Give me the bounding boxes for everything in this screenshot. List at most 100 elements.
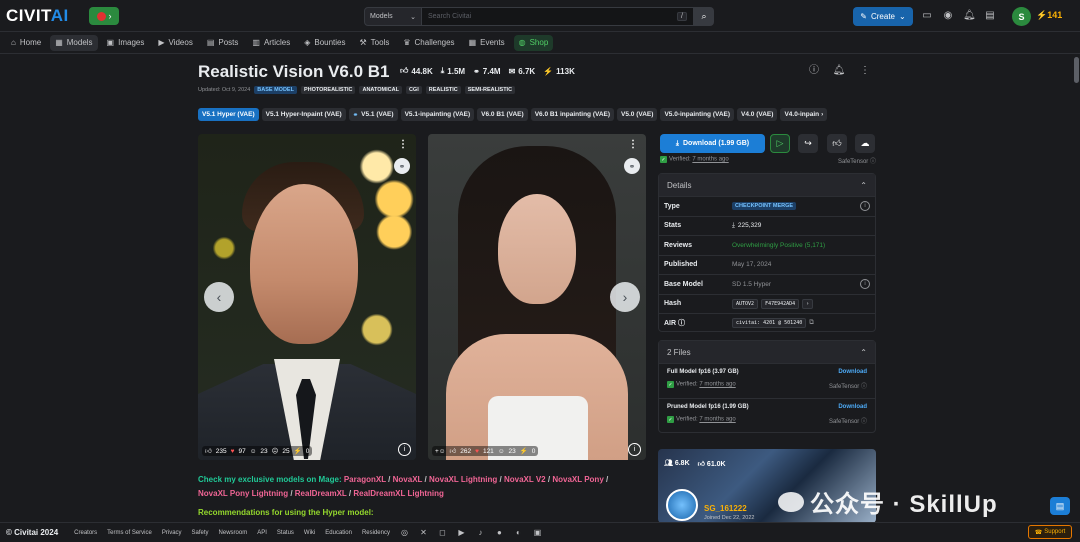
copy-icon[interactable]: ⧉ (809, 319, 814, 327)
download-button[interactable]: ⤓ Download (1.99 GB) (660, 134, 765, 153)
nav-videos[interactable]: ▶ Videos (153, 35, 197, 51)
chat-icon[interactable]: ▤ (984, 10, 996, 22)
footer-link[interactable]: Status (277, 530, 294, 536)
model-link[interactable]: ParagonXL (344, 475, 386, 484)
support-button[interactable]: ☎ Support (1028, 525, 1072, 539)
twitch-icon[interactable]: ▣ (533, 528, 542, 537)
scrollbar-thumb[interactable] (1074, 57, 1079, 83)
youtube-icon[interactable]: ▶ (457, 528, 466, 537)
search-input[interactable]: Search Civitai / (422, 7, 694, 26)
buzz-balance[interactable]: ⚡141 (1036, 10, 1062, 21)
creator-name[interactable]: SG_161222 (704, 504, 747, 513)
chat-fab-button[interactable]: ▤ (1050, 497, 1070, 515)
file-download-link[interactable]: Download (838, 369, 867, 375)
scrollbar[interactable] (1074, 55, 1079, 521)
model-link[interactable]: RealDreamXL (295, 489, 347, 498)
reddit-icon[interactable]: ● (495, 528, 504, 537)
live-badge[interactable]: › (89, 7, 119, 25)
search-scope-select[interactable]: Models ⌄ (364, 7, 422, 26)
nav-tools[interactable]: ⚒ Tools (355, 35, 395, 51)
info-icon[interactable]: ⓘ (861, 384, 867, 390)
footer-link[interactable]: API (257, 530, 267, 536)
version-tab[interactable]: V5.1 Hyper (VAE) (198, 108, 259, 121)
civitai-logo[interactable]: CIVITAI (6, 6, 69, 26)
link-icon[interactable]: ⚭ (624, 158, 640, 174)
create-button[interactable]: ✎ Create ⌄ (853, 7, 913, 26)
footer-link[interactable]: Safety (192, 530, 209, 536)
x-icon[interactable]: ✕ (419, 528, 428, 537)
search-button[interactable]: ⌕ (694, 7, 714, 26)
model-link[interactable]: NovaXL (393, 475, 423, 484)
user-avatar[interactable]: S (1012, 7, 1031, 26)
reaction-bar[interactable]: 👍︎ 235 ♥ 97 ☺ 23 ☹ 25 ⚡ 0 (202, 446, 313, 456)
version-tab[interactable]: V5.1-inpainting (VAE) (400, 108, 475, 121)
share-button[interactable]: ↪ (798, 134, 818, 153)
footer-link[interactable]: Education (325, 530, 352, 536)
hash-value[interactable]: F47E942AD4 (761, 298, 800, 309)
footer-link[interactable]: Creators (74, 530, 97, 536)
nav-bounties[interactable]: ◈ Bounties (299, 35, 350, 51)
nav-models[interactable]: ▦ Models (50, 34, 98, 51)
reviews-link[interactable]: Overwhelmingly Positive (5,171) (732, 242, 870, 249)
version-tab[interactable]: V5.0-inpainting (VAE) (660, 108, 735, 121)
version-tab[interactable]: V4.0-inpain › (780, 108, 828, 121)
footer-link[interactable]: Privacy (162, 530, 182, 536)
generate-button[interactable]: ▷ (770, 134, 790, 153)
tag[interactable]: REALISTIC (425, 86, 461, 94)
carousel-prev-button[interactable]: ‹ (204, 282, 234, 312)
tag[interactable]: CGI (405, 86, 422, 94)
nav-images[interactable]: ▣ Images (102, 35, 150, 51)
nav-posts[interactable]: ▤ Posts (202, 35, 244, 51)
model-link[interactable]: NovaXL Pony (552, 475, 603, 484)
footer-link[interactable]: Wiki (304, 530, 315, 536)
version-tab[interactable]: V6.0 B1 inpainting (VAE) (530, 108, 615, 121)
file-download-link[interactable]: Download (838, 404, 867, 410)
link-icon[interactable]: ⚭ (394, 158, 410, 174)
air-value[interactable]: civitai: 4201 @ 501240 (732, 318, 807, 329)
version-tab[interactable]: V4.0 (VAE) (737, 108, 778, 121)
tag[interactable]: SEMI-REALISTIC (464, 86, 516, 94)
version-tab[interactable]: ⚭ V5.1 (VAE) (348, 108, 398, 121)
tag[interactable]: ANATOMICAL (359, 86, 402, 94)
model-link[interactable]: NovaXL V2 (504, 475, 546, 484)
info-icon[interactable]: ⓘ (870, 159, 876, 165)
model-link[interactable]: NovaXL Pony Lightning (198, 489, 288, 498)
info-icon[interactable]: i (860, 279, 870, 290)
github-icon[interactable]: ◐ (514, 528, 523, 537)
bell-icon[interactable]: 🔔︎ (963, 10, 976, 22)
eye-icon[interactable]: ◉ (942, 10, 954, 22)
more-menu-icon[interactable]: ⋮ (398, 139, 408, 150)
model-link[interactable]: RealDreamXL Lightning (353, 489, 444, 498)
nav-events[interactable]: ▦ Events (464, 35, 510, 51)
more-menu-icon[interactable]: ⋮ (628, 139, 638, 150)
model-link[interactable]: NovaXL Lightning (429, 475, 497, 484)
chevron-right-icon[interactable]: › (802, 298, 814, 309)
creator-avatar[interactable] (666, 489, 698, 521)
info-icon[interactable]: i (398, 443, 411, 456)
more-menu-icon[interactable]: ⋮ (857, 63, 873, 79)
carousel-next-button[interactable]: › (610, 282, 640, 312)
reaction-bar[interactable]: +☺ 👍︎ 262 ♥ 121 ☺ 23 ⚡ 0 (432, 446, 539, 456)
tag-base-model[interactable]: BASE MODEL (254, 86, 297, 94)
info-icon[interactable]: ⓘ (678, 320, 685, 327)
info-icon[interactable]: i (628, 443, 641, 456)
tiktok-icon[interactable]: ♪ (476, 528, 485, 537)
instagram-icon[interactable]: ◻ (438, 528, 447, 537)
bell-plus-icon[interactable]: 🔔︎ (831, 63, 847, 79)
monitor-icon[interactable]: ▭ (921, 10, 933, 22)
info-icon[interactable]: ⓘ (806, 63, 822, 79)
files-header[interactable]: 2 Files ⌃ (659, 341, 875, 363)
footer-link[interactable]: Newsroom (219, 530, 248, 536)
info-icon[interactable]: ⓘ (861, 419, 867, 425)
details-header[interactable]: Details ⌃ (659, 174, 875, 196)
info-icon[interactable]: i (860, 201, 870, 212)
nav-home[interactable]: ⌂ Home (6, 35, 46, 51)
version-tab[interactable]: V5.1 Hyper-Inpaint (VAE) (261, 108, 346, 121)
nav-challenges[interactable]: ♛ Challenges (398, 35, 459, 51)
like-button[interactable]: 👍︎ (827, 134, 847, 153)
cloud-button[interactable]: ☁ (855, 134, 875, 153)
discord-icon[interactable]: ◎ (400, 528, 409, 537)
nav-shop[interactable]: ◍ Shop (513, 34, 554, 51)
version-tab[interactable]: V5.0 (VAE) (617, 108, 658, 121)
tag[interactable]: PHOTOREALISTIC (300, 86, 356, 94)
